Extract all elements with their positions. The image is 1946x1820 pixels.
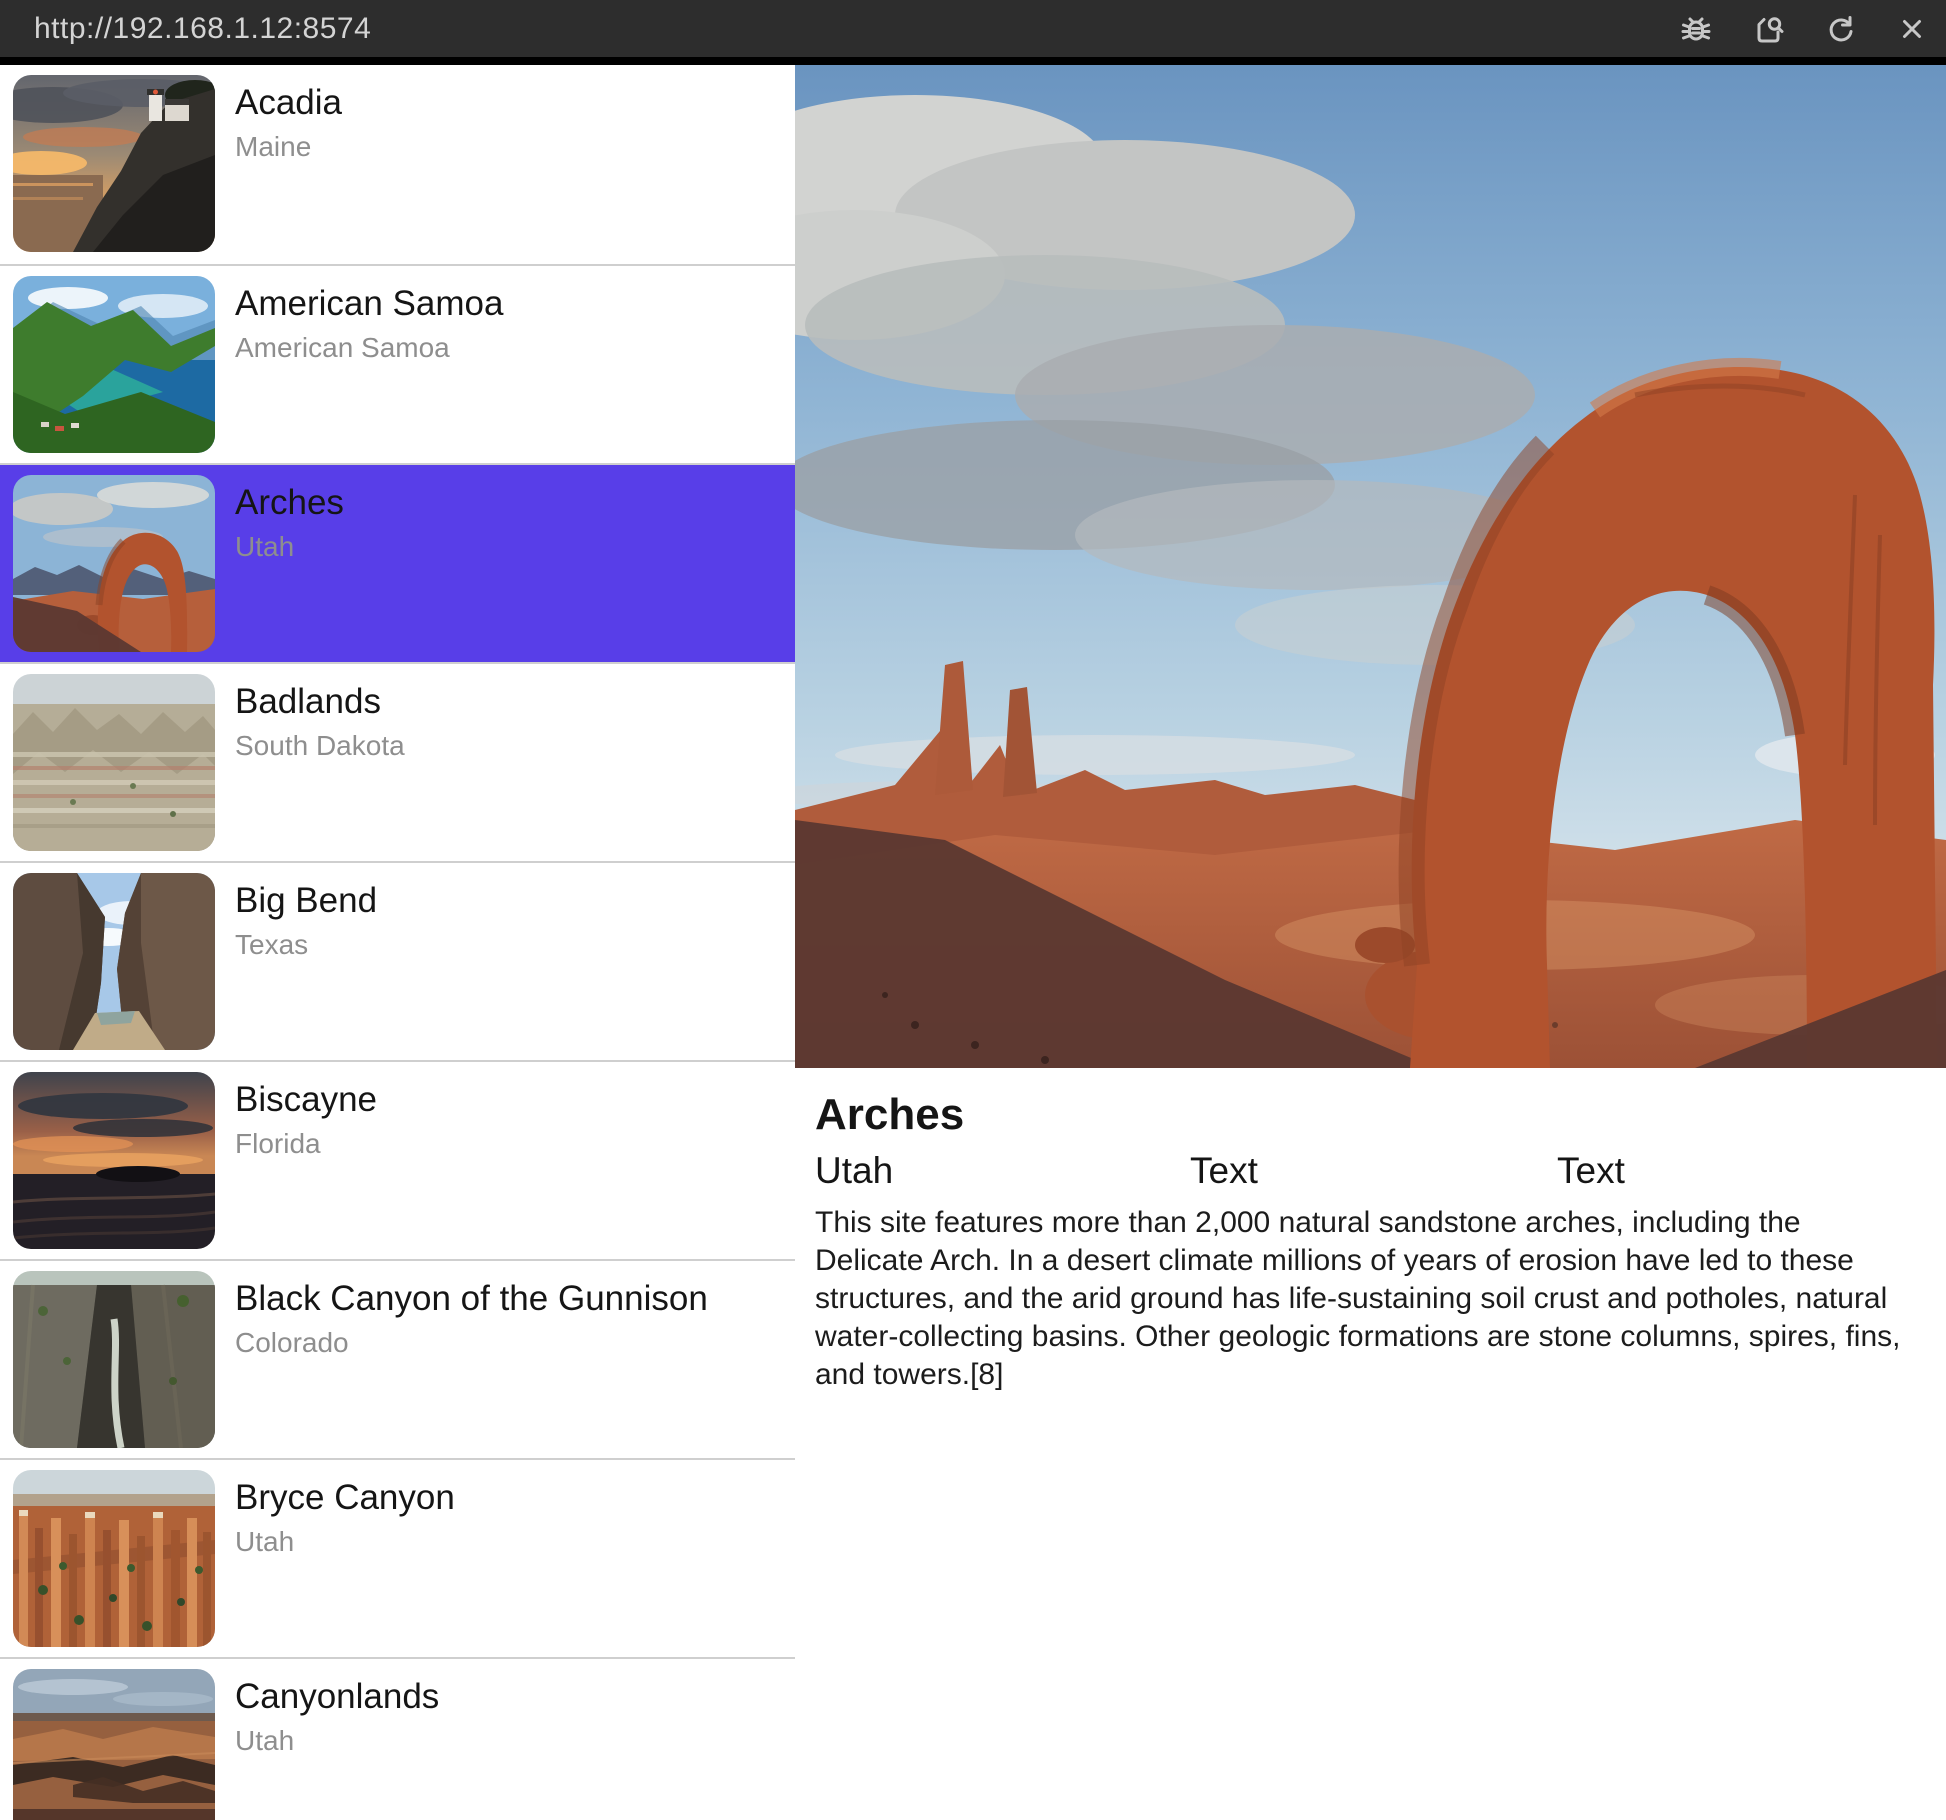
park-name: Bryce Canyon <box>235 1478 455 1518</box>
park-state: American Samoa <box>235 332 503 364</box>
list-item-american-samoa[interactable]: American Samoa American Samoa <box>0 264 795 463</box>
park-name: Black Canyon of the Gunnison <box>235 1279 708 1319</box>
park-name: Arches <box>235 483 344 523</box>
detail-meta-text-1: Text <box>1190 1150 1557 1192</box>
park-state: Utah <box>235 1526 455 1558</box>
park-info: Biscayne Florida <box>235 1062 377 1160</box>
park-name: Canyonlands <box>235 1677 439 1717</box>
park-thumbnail <box>13 1271 215 1448</box>
park-info: Badlands South Dakota <box>235 664 405 762</box>
park-info: Bryce Canyon Utah <box>235 1460 455 1558</box>
park-info: Acadia Maine <box>235 65 342 163</box>
list-item-acadia[interactable]: Acadia Maine <box>0 65 795 264</box>
park-thumbnail <box>13 276 215 453</box>
list-item-bryce-canyon[interactable]: Bryce Canyon Utah <box>0 1458 795 1657</box>
titlebar: http://192.168.1.12:8574 <box>0 0 1946 65</box>
park-name: American Samoa <box>235 284 503 324</box>
detail-meta-text-2: Text <box>1557 1150 1625 1192</box>
park-name: Acadia <box>235 83 342 123</box>
park-state: Florida <box>235 1128 377 1160</box>
list-item-black-canyon[interactable]: Black Canyon of the Gunnison Colorado <box>0 1259 795 1458</box>
park-state: Utah <box>235 1725 439 1757</box>
list-item-badlands[interactable]: Badlands South Dakota <box>0 662 795 861</box>
park-state: Texas <box>235 929 377 961</box>
detail-state: Utah <box>815 1150 1190 1192</box>
park-state: Maine <box>235 131 342 163</box>
park-name: Big Bend <box>235 881 377 921</box>
list-item-big-bend[interactable]: Big Bend Texas <box>0 861 795 1060</box>
detail-title: Arches <box>815 1090 1926 1140</box>
refresh-icon[interactable] <box>1822 11 1858 47</box>
detail-panel: Arches Utah Text Text This site features… <box>815 1068 1926 1394</box>
address-bar[interactable]: http://192.168.1.12:8574 <box>34 12 371 46</box>
page-inspect-icon[interactable] <box>1750 11 1786 47</box>
park-info: Arches Utah <box>235 465 344 563</box>
bug-icon[interactable] <box>1678 11 1714 47</box>
park-name: Biscayne <box>235 1080 377 1120</box>
park-state: Utah <box>235 531 344 563</box>
detail-description: This site features more than 2,000 natur… <box>815 1204 1910 1394</box>
park-info: Canyonlands Utah <box>235 1659 439 1757</box>
park-info: American Samoa American Samoa <box>235 266 503 364</box>
park-state: Colorado <box>235 1327 708 1359</box>
park-state: South Dakota <box>235 730 405 762</box>
titlebar-icons <box>1678 11 1930 47</box>
park-thumbnail <box>13 1669 215 1820</box>
park-info: Black Canyon of the Gunnison Colorado <box>235 1261 708 1359</box>
app-window: http://192.168.1.12:8574 <box>0 0 1946 1820</box>
list-item-canyonlands[interactable]: Canyonlands Utah <box>0 1657 795 1820</box>
park-name: Badlands <box>235 682 405 722</box>
park-thumbnail <box>13 475 215 652</box>
park-thumbnail <box>13 75 215 252</box>
list-item-biscayne[interactable]: Biscayne Florida <box>0 1060 795 1259</box>
park-thumbnail <box>13 1072 215 1249</box>
park-thumbnail <box>13 674 215 851</box>
list-item-arches[interactable]: Arches Utah <box>0 463 795 662</box>
park-info: Big Bend Texas <box>235 863 377 961</box>
park-thumbnail <box>13 873 215 1050</box>
detail-meta-row: Utah Text Text <box>815 1150 1926 1192</box>
close-icon[interactable] <box>1894 11 1930 47</box>
park-thumbnail <box>13 1470 215 1647</box>
parks-list[interactable]: Acadia Maine <box>0 65 795 1820</box>
park-photo-delicate-arch <box>795 65 1946 1068</box>
